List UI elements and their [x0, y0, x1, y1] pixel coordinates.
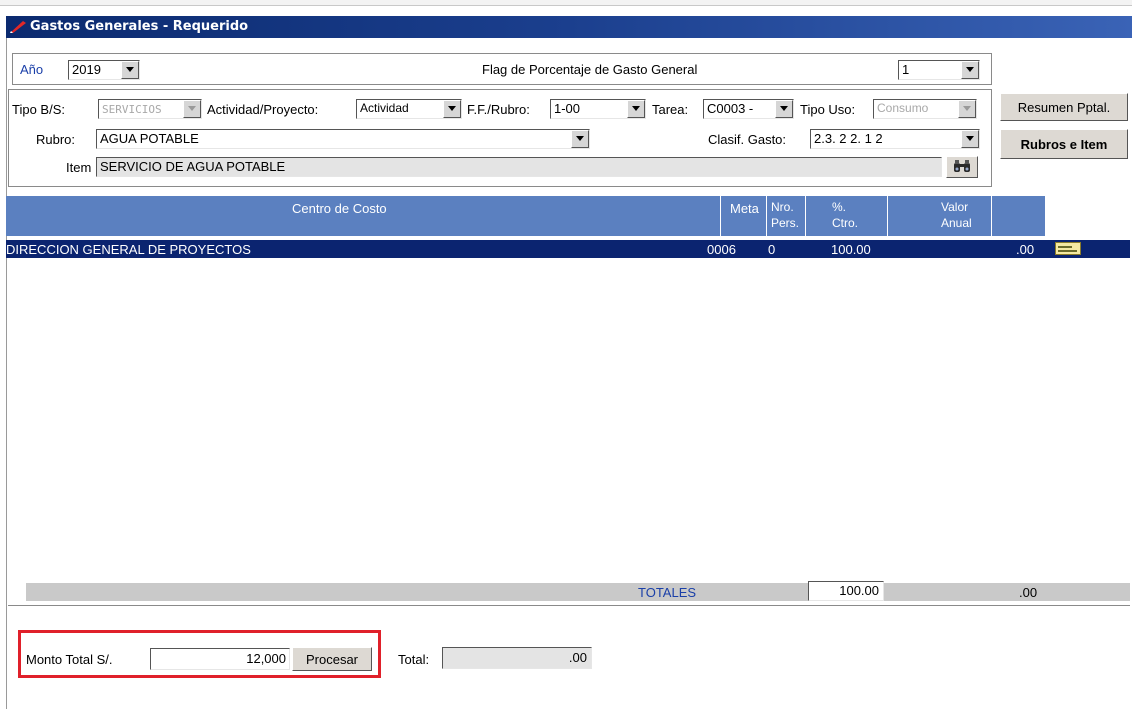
- chevron-down-icon[interactable]: [121, 61, 139, 79]
- cell-pct-ctro: 100.00: [831, 242, 871, 257]
- tipo-bs-value: SERVICIOS: [102, 103, 162, 116]
- rubro-label: Rubro:: [36, 132, 76, 147]
- ff-rubro-label: F.F./Rubro:: [467, 102, 530, 117]
- year-value: 2019: [72, 62, 101, 77]
- clasif-gasto-label: Clasif. Gasto:: [708, 132, 787, 147]
- tarea-select[interactable]: C0003 -: [703, 99, 794, 119]
- footer-panel: [8, 605, 1130, 606]
- rubros-item-button[interactable]: Rubros e Item: [1000, 129, 1128, 159]
- cell-nro-pers: 0: [768, 242, 776, 257]
- chevron-down-icon[interactable]: [571, 130, 589, 148]
- chevron-down-icon[interactable]: [961, 61, 979, 79]
- chevron-down-icon[interactable]: [183, 100, 201, 118]
- column-header-blank: [992, 196, 1045, 236]
- top-border: [0, 0, 1132, 6]
- totals-pct-field: 100.00: [808, 581, 884, 601]
- chevron-down-icon[interactable]: [961, 130, 979, 148]
- pers-header-label: Pers.: [771, 216, 800, 230]
- left-border: [6, 38, 7, 709]
- highlight-box: [18, 630, 381, 678]
- totals-pct-value: 100.00: [839, 583, 879, 598]
- item-label: Item: [66, 160, 92, 175]
- window-title: Gastos Generales - Requerido: [30, 19, 249, 34]
- centro-header-label: Centro de Costo: [292, 201, 387, 216]
- column-header-valor-anual[interactable]: Valor Anual: [888, 196, 992, 236]
- ff-rubro-select[interactable]: 1-00: [550, 99, 646, 119]
- tipo-uso-value: Consumo: [877, 101, 929, 115]
- column-header-centro[interactable]: Centro de Costo: [6, 196, 721, 236]
- tipo-uso-select[interactable]: Consumo: [873, 99, 977, 119]
- tipo-bs-label: Tipo B/S:: [12, 102, 65, 117]
- resumen-pptal-button[interactable]: Resumen Pptal.: [1000, 93, 1128, 121]
- chevron-down-icon[interactable]: [775, 100, 793, 118]
- cell-meta: 0006: [707, 242, 736, 257]
- flag-select[interactable]: 1: [898, 60, 980, 80]
- actividad-select[interactable]: Actividad: [356, 99, 462, 119]
- pencil-logo-icon: [9, 20, 27, 34]
- tarea-value: C0003 -: [707, 101, 754, 116]
- year-select[interactable]: 2019: [68, 60, 140, 80]
- cell-valor-anual: .00: [1016, 242, 1035, 257]
- meta-header-label: Meta: [730, 201, 759, 216]
- pct-header-label: %.: [832, 200, 847, 214]
- title-bar: Gastos Generales - Requerido: [6, 16, 1132, 38]
- chevron-down-icon[interactable]: [627, 100, 645, 118]
- actividad-value: Actividad: [360, 101, 409, 115]
- tipo-bs-select[interactable]: SERVICIOS: [98, 99, 202, 119]
- clasif-gasto-select[interactable]: 2.3. 2 2. 1 2: [810, 129, 980, 149]
- flag-value: 1: [902, 62, 910, 77]
- column-header-meta[interactable]: Meta: [721, 196, 767, 236]
- totals-bar: [26, 583, 1130, 601]
- totals-valor-value: .00: [1019, 585, 1038, 600]
- nro-header-label: Nro.: [771, 200, 794, 214]
- edit-row-icon[interactable]: [1055, 242, 1081, 258]
- anual-header-label: Anual: [941, 216, 972, 230]
- valor-header-label: Valor: [941, 200, 969, 214]
- chevron-down-icon[interactable]: [443, 100, 461, 118]
- item-value: SERVICIO DE AGUA POTABLE: [100, 159, 286, 174]
- tarea-label: Tarea:: [652, 102, 689, 117]
- clasif-gasto-value: 2.3. 2 2. 1 2: [814, 131, 883, 146]
- main-window: Gastos Generales - Requerido Año 2019 Fl…: [0, 0, 1132, 709]
- search-item-button[interactable]: [946, 156, 978, 178]
- grid-header: Centro de Costo Meta Nro. Pers. %. Ctro.…: [6, 196, 1045, 236]
- ctro-header-label: Ctro.: [832, 216, 859, 230]
- ff-rubro-value: 1-00: [554, 101, 581, 116]
- totales-label: TOTALES: [638, 585, 697, 600]
- total-value: .00: [568, 650, 587, 665]
- cell-centro: DIRECCION GENERAL DE PROYECTOS: [6, 242, 251, 257]
- year-label: Año: [20, 62, 44, 77]
- table-row[interactable]: DIRECCION GENERAL DE PROYECTOS 0006 0 10…: [6, 240, 1130, 258]
- item-field[interactable]: SERVICIO DE AGUA POTABLE: [96, 157, 942, 177]
- column-header-nro-pers[interactable]: Nro. Pers.: [767, 196, 806, 236]
- chevron-down-icon[interactable]: [958, 100, 976, 118]
- binoculars-icon: [953, 159, 971, 176]
- total-field: .00: [442, 647, 592, 669]
- rubro-value: AGUA POTABLE: [100, 131, 199, 146]
- actividad-label: Actividad/Proyecto:: [207, 102, 319, 117]
- rubro-select[interactable]: AGUA POTABLE: [96, 129, 590, 149]
- tipo-uso-label: Tipo Uso:: [800, 102, 856, 117]
- flag-label: Flag de Porcentaje de Gasto General: [482, 62, 698, 77]
- total-label: Total:: [398, 652, 430, 667]
- column-header-pct-ctro[interactable]: %. Ctro.: [806, 196, 888, 236]
